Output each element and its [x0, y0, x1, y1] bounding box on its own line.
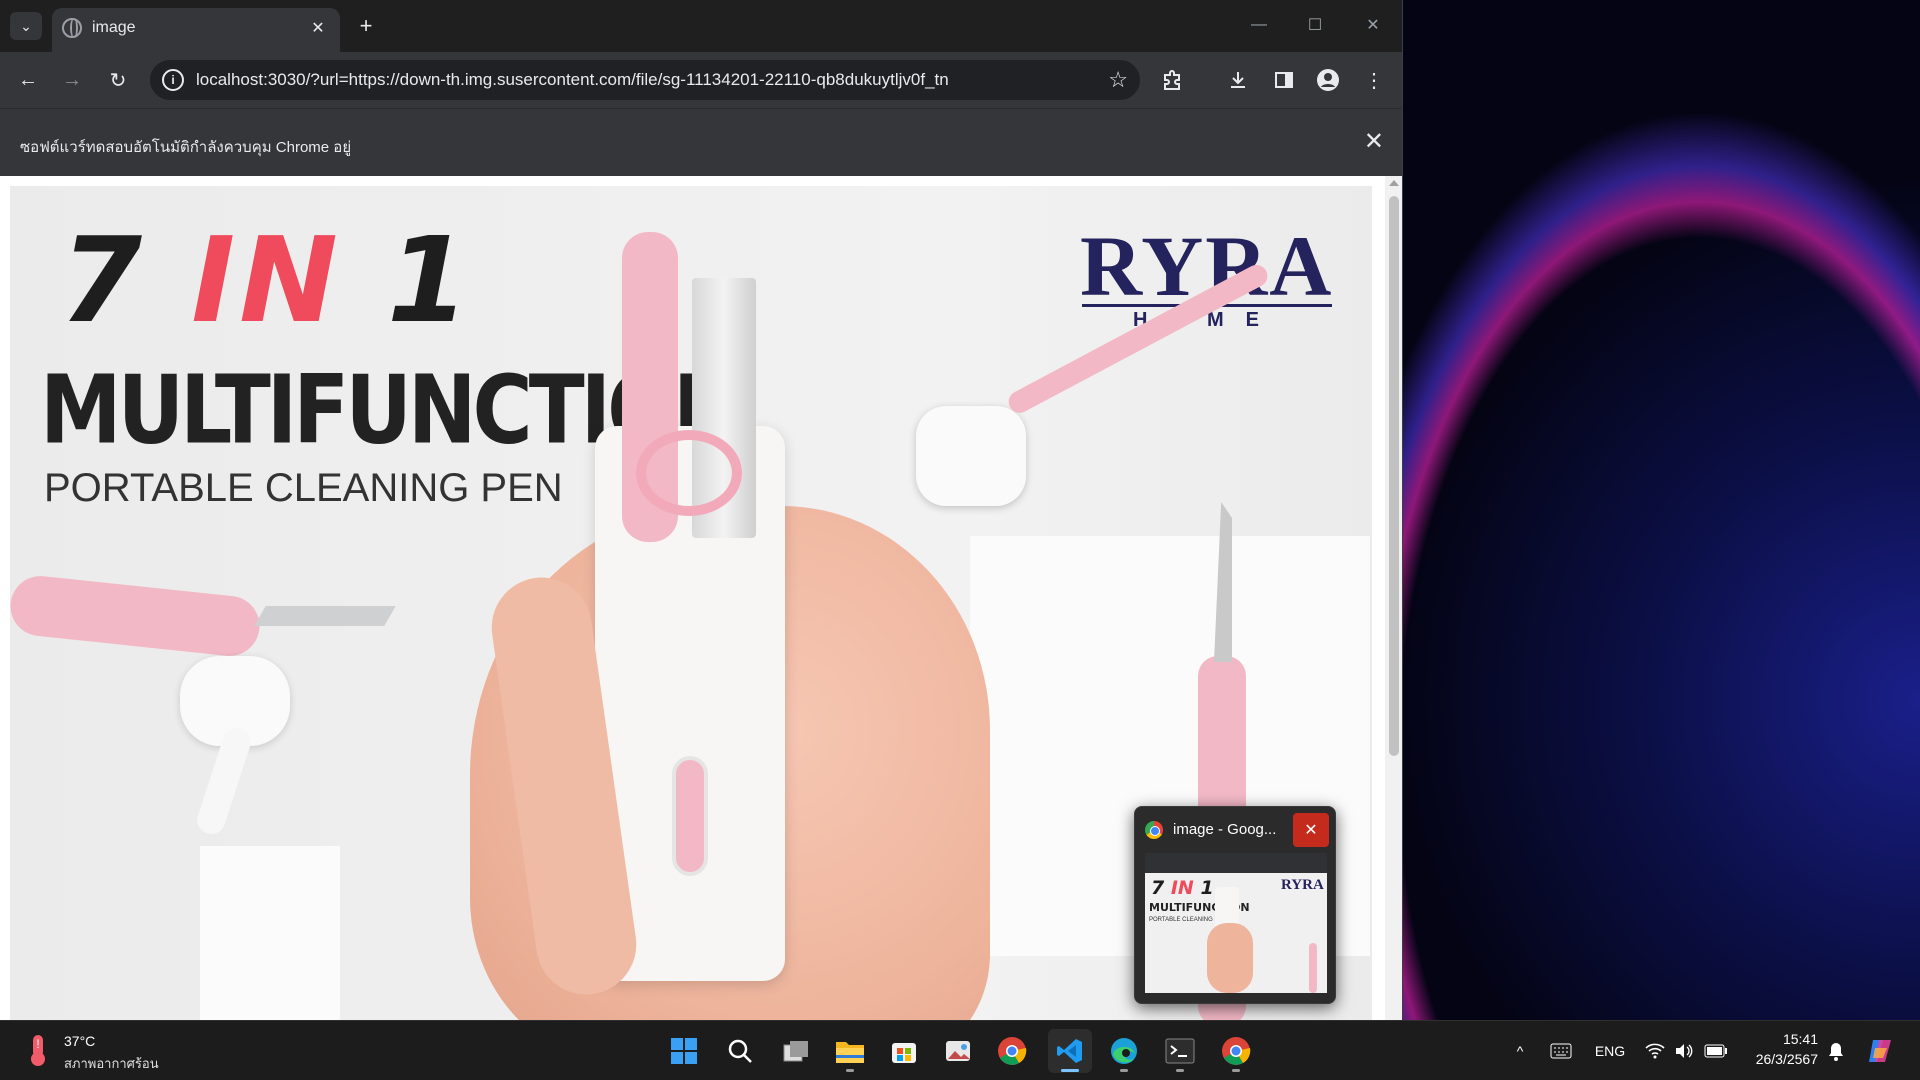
forward-icon[interactable]: →: [56, 64, 88, 96]
tab-strip: ⌄ image ✕ + — ☐ ✕: [0, 0, 1402, 52]
volume-icon[interactable]: [1672, 1021, 1696, 1080]
globe-icon: [62, 18, 82, 38]
minimize-icon[interactable]: —: [1236, 10, 1282, 40]
weather-temp: 37°C: [64, 1033, 96, 1049]
running-indicator: [1176, 1069, 1184, 1072]
back-icon[interactable]: ←: [12, 64, 44, 96]
photos-icon[interactable]: [936, 1029, 980, 1073]
preview-headline-in: IN: [1170, 877, 1194, 899]
url-text[interactable]: localhost:3030/?url=https://down-th.img.…: [196, 70, 949, 90]
extensions-icon[interactable]: [1156, 64, 1188, 96]
tab-image[interactable]: image ✕: [52, 8, 340, 52]
tab-search-icon[interactable]: ⌄: [10, 12, 42, 40]
vscode-icon[interactable]: [1048, 1029, 1092, 1073]
headline-in: IN: [191, 211, 342, 349]
clock-time: 15:41: [1782, 1031, 1818, 1047]
preview-brand: RYRA: [1281, 877, 1324, 893]
preview-title: image - Goog...: [1173, 821, 1277, 838]
menu-icon[interactable]: ⋮: [1358, 64, 1390, 96]
taskbar-thumbnail-preview[interactable]: image - Goog... ✕ 7 IN 1 MULTIFUNCTION P…: [1134, 806, 1336, 1004]
weather-widget[interactable]: ! 37°C สภาพอากาศร้อน: [24, 1029, 184, 1073]
star-icon[interactable]: ☆: [1108, 67, 1128, 93]
preview-thumbnail[interactable]: 7 IN 1 MULTIFUNCTION PORTABLE CLEANING P…: [1145, 853, 1327, 993]
thermometer-icon: !: [31, 1035, 45, 1066]
search-icon[interactable]: [718, 1029, 762, 1073]
info-icon[interactable]: i: [162, 69, 184, 91]
scrollbar[interactable]: [1385, 176, 1402, 1020]
close-icon[interactable]: ✕: [1293, 813, 1329, 847]
close-icon[interactable]: ✕: [306, 16, 330, 40]
reload-icon[interactable]: ↻: [102, 64, 134, 96]
clock-date: 26/3/2567: [1755, 1051, 1818, 1067]
profile-icon[interactable]: [1312, 64, 1344, 96]
headline-number: 1: [341, 211, 474, 349]
preview-browser-bar: [1145, 853, 1327, 873]
headline-number: 7: [60, 211, 192, 349]
tab-title: image: [92, 19, 136, 36]
scroll-up-icon[interactable]: [1389, 180, 1399, 186]
running-indicator: [846, 1069, 854, 1072]
automation-infobar: ซอฟต์แวร์ทดสอบอัตโนมัติกำลังควบคุม Chrom…: [0, 108, 1402, 176]
earbuds-case: [916, 406, 1026, 506]
close-icon[interactable]: ✕: [1364, 127, 1384, 156]
language-indicator[interactable]: ENG: [1588, 1021, 1632, 1080]
toolbar: ← → ↻ i localhost:3030/?url=https://down…: [0, 52, 1402, 108]
chevron-up-icon[interactable]: ^: [1508, 1021, 1532, 1080]
start-icon[interactable]: [662, 1029, 706, 1073]
infobar-message: ซอฟต์แวร์ทดสอบอัตโนมัติกำลังควบคุม Chrom…: [20, 139, 352, 156]
scrollbar-thumb[interactable]: [1389, 196, 1399, 756]
pink-ring: [636, 430, 742, 516]
product-subtitle: PORTABLE CLEANING PEN: [44, 466, 563, 510]
keyboard-icon[interactable]: [1546, 1021, 1576, 1080]
window-close-icon[interactable]: ✕: [1350, 10, 1396, 40]
side-panel-icon[interactable]: [1268, 64, 1300, 96]
clock[interactable]: 15:41 26/3/2567: [1740, 1029, 1818, 1069]
edge-icon[interactable]: [1102, 1029, 1146, 1073]
running-indicator: [1061, 1069, 1079, 1072]
address-bar[interactable]: i localhost:3030/?url=https://down-th.im…: [150, 60, 1140, 100]
running-indicator: [1120, 1069, 1128, 1072]
wifi-icon[interactable]: [1642, 1021, 1668, 1080]
preview-headline: 7 IN 1: [1151, 877, 1214, 899]
chrome-icon[interactable]: [1214, 1029, 1258, 1073]
terminal-icon[interactable]: [1158, 1029, 1202, 1073]
battery-icon[interactable]: [1702, 1021, 1730, 1080]
store-icon[interactable]: [882, 1029, 926, 1073]
pen-blade: [254, 606, 396, 626]
notification-bell-icon[interactable]: [1824, 1021, 1848, 1080]
maximize-icon[interactable]: ☐: [1292, 10, 1338, 40]
preview-headline-number: 7: [1151, 877, 1171, 899]
chrome-icon[interactable]: [990, 1029, 1034, 1073]
taskbar: ! 37°C สภาพอากาศร้อน ^ ENG 15:41 26/3/25…: [0, 1020, 1920, 1080]
preview-headline-number: 1: [1193, 877, 1214, 899]
headline: 7 IN 1: [60, 211, 473, 349]
side-slider: [672, 756, 708, 876]
plus-icon[interactable]: +: [352, 12, 380, 40]
bg-panel: [200, 846, 340, 1020]
download-icon[interactable]: [1222, 64, 1254, 96]
file-explorer-icon[interactable]: [828, 1029, 872, 1073]
copilot-icon[interactable]: [1862, 1021, 1898, 1080]
preview-pen: [1309, 943, 1317, 993]
task-view-icon[interactable]: [774, 1029, 818, 1073]
chrome-icon: [1145, 821, 1163, 839]
chrome-window: ⌄ image ✕ + — ☐ ✕ ← → ↻ i localhost:3030…: [0, 0, 1403, 1020]
weather-condition: สภาพอากาศร้อน: [64, 1056, 159, 1071]
running-indicator: [1232, 1069, 1240, 1072]
cleaning-pen: [10, 573, 263, 659]
svg-text:!: !: [36, 1037, 39, 1051]
preview-hand: [1207, 923, 1253, 993]
